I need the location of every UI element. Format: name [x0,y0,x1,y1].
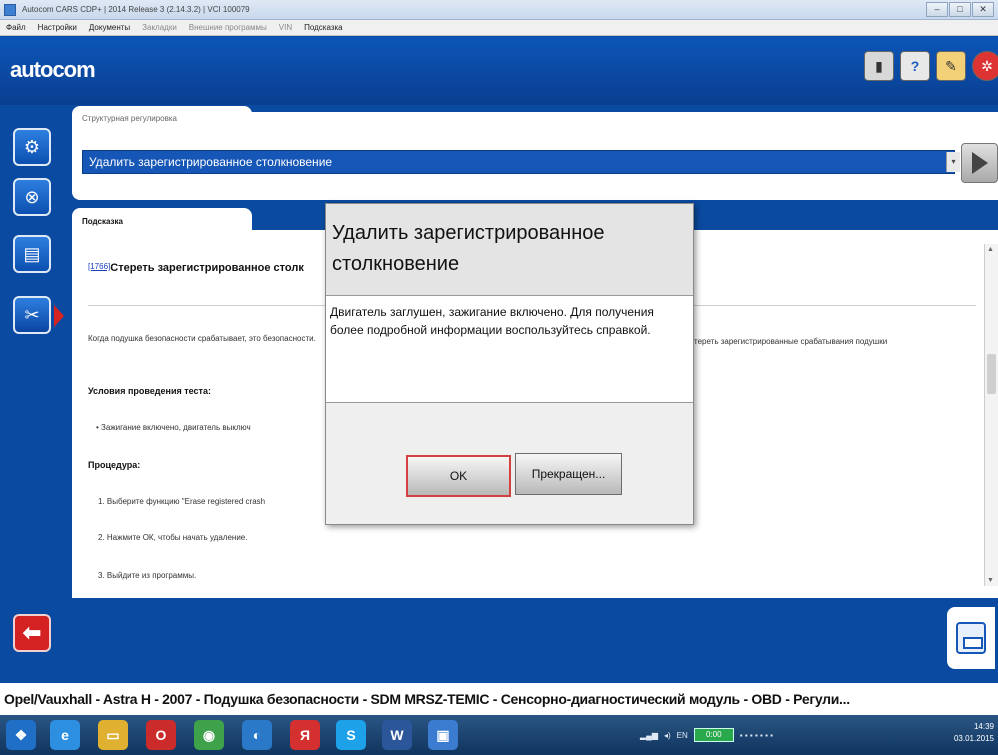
minimize-button[interactable]: – [926,2,948,17]
help-heading: [1766]Стереть зарегистрированное столк [88,262,304,274]
back-arrow-icon: ⬅ [22,620,42,645]
sidebar-item-diagnostics[interactable]: ⊗ [13,178,51,216]
help-conditions-title: Условия проведения теста: [88,386,211,396]
taskbar-clock[interactable]: 14:39 03.01.2015 [954,721,994,745]
diagnostics-icon: ⊗ [24,186,40,207]
windows-taskbar: ❖ e ▭ O ◉ ◐ Я S W ▣ ▂▄▆ ◂) EN 0:00 ▪ ▪ ▪… [0,715,998,755]
ecu-icon: ⚙ [23,136,41,157]
ie-icon[interactable]: e [50,720,80,750]
scroll-thumb[interactable] [987,354,996,394]
menu-help[interactable]: Подсказка [304,23,343,32]
skype-icon[interactable]: S [336,720,366,750]
sidebar-item-ecu[interactable]: ⚙ [13,128,51,166]
help-step: 3. Выйдите из программы. [98,571,197,580]
run-function-button[interactable] [961,143,998,183]
battery-icon[interactable]: ▮ [864,51,894,81]
menu-file[interactable]: Файл [6,23,26,32]
start-button[interactable]: ❖ [6,720,36,750]
document-icon: ▤ [23,243,41,264]
app-icon [4,3,16,16]
help-step: 2. Нажмите ОК, чтобы начать удаление. [98,533,248,542]
dialog-message: Двигатель заглушен, зажигание включено. … [326,296,693,403]
menu-settings[interactable]: Настройки [38,23,77,32]
menu-vin[interactable]: VIN [279,23,292,32]
back-button[interactable]: ⬅ [13,614,51,652]
chrome-icon[interactable]: ◉ [194,720,224,750]
scroll-down-icon[interactable]: ▼ [987,577,994,584]
ok-button[interactable]: OK [406,455,511,497]
menu-external-programs[interactable]: Внешние программы [189,23,267,32]
explorer-icon[interactable]: ▭ [98,720,128,750]
autocom-logo: autocom [10,57,96,82]
sidebar-item-documents[interactable]: ▤ [13,235,51,273]
function-select[interactable]: Удалить зарегистрированное столкновение [82,150,955,174]
help-intro-text-right: стереть зарегистрированные срабатывания … [690,337,888,346]
window-title: Autocom CARS CDP+ | 2014 Release 3 (2.14… [22,5,250,14]
clock-date: 03.01.2015 [953,734,994,743]
scroll-up-icon[interactable]: ▲ [987,246,994,253]
opera-icon[interactable]: O [146,720,176,750]
word-icon[interactable]: W [382,720,412,750]
chevron-down-icon[interactable]: ▾ [946,152,960,172]
menu-bookmarks[interactable]: Закладки [142,23,177,32]
media-icon[interactable]: ◐ [242,720,272,750]
help-step: 1. Выберите функцию "Erase registered cr… [98,497,266,506]
tab-help[interactable]: Подсказка [72,208,252,234]
help-ref-link[interactable]: [1766] [88,262,110,271]
help-icon[interactable]: ? [900,51,930,81]
header-toolbar: ▮ ? ✎ ✲ [864,51,998,81]
active-indicator-arrow [54,305,64,327]
cancel-button[interactable]: Прекращен... [515,453,622,495]
window-titlebar: Autocom CARS CDP+ | 2014 Release 3 (2.14… [0,0,998,20]
autocom-task-icon[interactable]: ▣ [428,720,458,750]
help-procedure-title: Процедура: [88,460,141,470]
help-heading-text: Стереть зарегистрированное столк [110,262,304,274]
dialog-title: Удалить зарегистрированное столкновение [326,204,693,296]
menu-bar: Файл Настройки Документы Закладки Внешни… [0,20,998,36]
tools-icon: ✂ [24,304,40,325]
menu-documents[interactable]: Документы [89,23,130,32]
sidebar-item-tools[interactable]: ✂ [13,296,51,334]
confirm-dialog: Удалить зарегистрированное столкновение … [325,203,694,525]
help-intro-text: Когда подушка безопасности срабатывает, … [88,334,316,343]
window-controls: – □ ✕ [926,2,994,17]
signal-icon[interactable]: ▂▄▆ [640,731,658,740]
help-conditions-item: • Зажигание включено, двигатель выключ [96,423,251,432]
volume-icon[interactable]: ◂) [664,731,671,740]
tray-icons[interactable]: ▪ ▪ ▪ ▪ ▪ ▪ ▪ [740,731,773,740]
print-button[interactable] [947,607,995,669]
settings-icon[interactable]: ✲ [972,51,998,81]
app-header: autocom ▮ ? ✎ ✲ [0,37,998,105]
maximize-button[interactable]: □ [949,2,971,17]
tab-structural-adjustment[interactable]: Структурная регулировка [72,106,252,132]
system-tray: ▂▄▆ ◂) EN 0:00 ▪ ▪ ▪ ▪ ▪ ▪ ▪ [640,723,960,747]
yandex-icon[interactable]: Я [290,720,320,750]
clock-time: 14:39 [973,722,994,731]
vehicle-status-bar: Opel/Vauxhall - Astra H - 2007 - Подушка… [0,683,998,715]
help-scrollbar[interactable]: ▲ ▼ [984,244,998,586]
notes-icon[interactable]: ✎ [936,51,966,81]
battery-tray-icon[interactable]: 0:00 [693,728,734,742]
close-button[interactable]: ✕ [972,2,994,17]
printer-icon [956,622,986,654]
language-indicator[interactable]: EN [677,731,688,740]
